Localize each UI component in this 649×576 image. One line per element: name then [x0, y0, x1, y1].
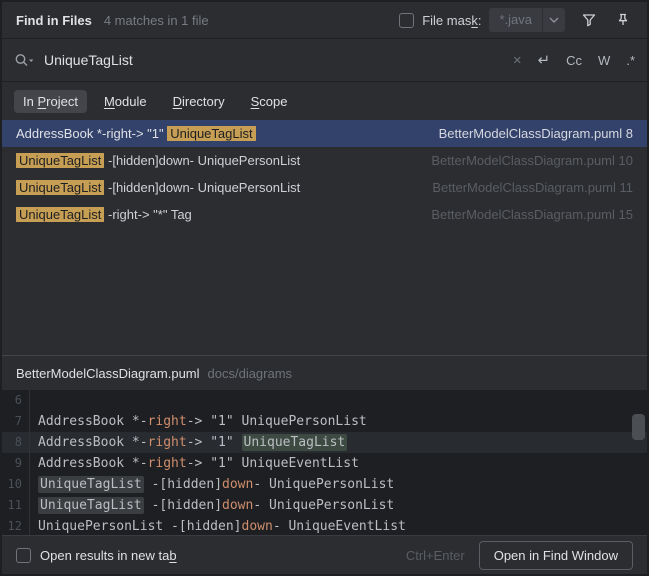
- line-number: 9: [2, 453, 30, 474]
- editor-match-highlight: UniqueTagList: [38, 497, 144, 514]
- file-reference: BetterModelClassDiagram.puml 8: [438, 126, 633, 141]
- header-bar: Find in Files 4 matches in 1 file File m…: [2, 2, 647, 38]
- code-line: 12 UniquePersonList -[hidden]down- Uniqu…: [2, 516, 647, 535]
- code-line: 9 AddressBook *-right-> "1" UniqueEventL…: [2, 453, 647, 474]
- line-number: 7: [2, 411, 30, 432]
- result-row[interactable]: UniqueTagList -[hidden]down- UniquePerso…: [2, 174, 647, 201]
- match-summary: 4 matches in 1 file: [103, 12, 209, 28]
- file-mask-value: *.java: [499, 12, 532, 27]
- result-text: UniqueTagList -[hidden]down- UniquePerso…: [16, 180, 416, 195]
- result-row[interactable]: AddressBook *-right-> "1" UniqueTagList …: [2, 120, 647, 147]
- open-results-label: Open results in new tab: [40, 547, 177, 563]
- result-row[interactable]: UniqueTagList -right-> "*" Tag BetterMod…: [2, 201, 647, 228]
- filter-button[interactable]: [579, 10, 599, 30]
- scrollbar-thumb[interactable]: [632, 414, 645, 440]
- line-number: 6: [2, 390, 30, 411]
- pin-button[interactable]: [613, 10, 633, 30]
- file-reference: BetterModelClassDiagram.puml 10: [431, 153, 633, 168]
- code-line: 10 UniqueTagList -[hidden]down- UniquePe…: [2, 474, 647, 495]
- search-history-chevron-icon: [29, 59, 34, 62]
- result-text: UniqueTagList -[hidden]down- UniquePerso…: [16, 153, 415, 168]
- dialog-title: Find in Files: [16, 12, 92, 28]
- preview-file-path: docs/diagrams: [207, 365, 293, 381]
- tab-module[interactable]: Module: [95, 90, 156, 113]
- results-list: AddressBook *-right-> "1" UniqueTagList …: [2, 120, 647, 228]
- search-field: × ↵ Cc W .*: [2, 38, 647, 82]
- file-reference: BetterModelClassDiagram.puml 11: [432, 180, 633, 195]
- find-in-files-dialog: Find in Files 4 matches in 1 file File m…: [0, 0, 649, 576]
- match-case-toggle[interactable]: Cc: [566, 53, 582, 68]
- search-input[interactable]: [44, 52, 497, 68]
- open-results-checkbox[interactable]: [16, 547, 31, 563]
- code-editor[interactable]: 6 7 AddressBook *-right-> "1" UniquePers…: [2, 390, 647, 535]
- match-highlight: UniqueTagList: [16, 180, 105, 195]
- footer-bar: Open results in new tab Ctrl+Enter Open …: [2, 535, 647, 574]
- code-line: 11 UniqueTagList -[hidden]down- UniquePe…: [2, 495, 647, 516]
- results-empty-space: [2, 228, 647, 355]
- words-toggle[interactable]: W: [598, 53, 610, 68]
- scope-tabs: In Project Module Directory Scope: [2, 82, 647, 120]
- file-mask-label: File mask:: [422, 12, 482, 28]
- filter-icon: [582, 14, 596, 27]
- result-row[interactable]: UniqueTagList -[hidden]down- UniquePerso…: [2, 147, 647, 174]
- file-mask-dropdown-button[interactable]: [543, 8, 565, 32]
- chevron-down-icon: [549, 17, 559, 23]
- tab-in-project[interactable]: In Project: [14, 89, 87, 113]
- newline-button[interactable]: ↵: [538, 51, 551, 69]
- line-number: 8: [2, 432, 30, 453]
- line-number: 11: [2, 495, 30, 516]
- code-line-current: 8 AddressBook *-right-> "1" UniqueTagLis…: [2, 432, 647, 453]
- match-highlight: UniqueTagList: [167, 126, 256, 141]
- result-text: UniqueTagList -right-> "*" Tag: [16, 207, 415, 222]
- editor-match-highlight: UniqueTagList: [241, 434, 348, 451]
- result-text: AddressBook *-right-> "1" UniqueTagList: [16, 126, 423, 141]
- tab-scope[interactable]: Scope: [242, 90, 297, 113]
- file-mask-combobox[interactable]: *.java: [489, 8, 565, 32]
- editor-match-highlight: UniqueTagList: [38, 476, 144, 493]
- clear-search-button[interactable]: ×: [513, 52, 522, 69]
- code-line: 7 AddressBook *-right-> "1" UniquePerson…: [2, 411, 647, 432]
- search-icon[interactable]: [14, 52, 36, 68]
- match-highlight: UniqueTagList: [16, 153, 105, 168]
- preview-file-name: BetterModelClassDiagram.puml: [16, 365, 200, 381]
- code-line: 6: [2, 390, 647, 411]
- open-in-find-window-button[interactable]: Open in Find Window: [478, 540, 633, 570]
- pin-icon: [618, 13, 628, 25]
- file-mask-checkbox[interactable]: [399, 12, 415, 28]
- tab-directory[interactable]: Directory: [164, 90, 234, 113]
- regex-toggle[interactable]: .*: [626, 53, 635, 68]
- file-reference: BetterModelClassDiagram.puml 15: [431, 207, 633, 222]
- line-number: 10: [2, 474, 30, 495]
- preview-header: BetterModelClassDiagram.puml docs/diagra…: [2, 356, 647, 390]
- line-number: 12: [2, 516, 30, 535]
- shortcut-hint: Ctrl+Enter: [405, 547, 465, 563]
- match-highlight: UniqueTagList: [16, 207, 105, 222]
